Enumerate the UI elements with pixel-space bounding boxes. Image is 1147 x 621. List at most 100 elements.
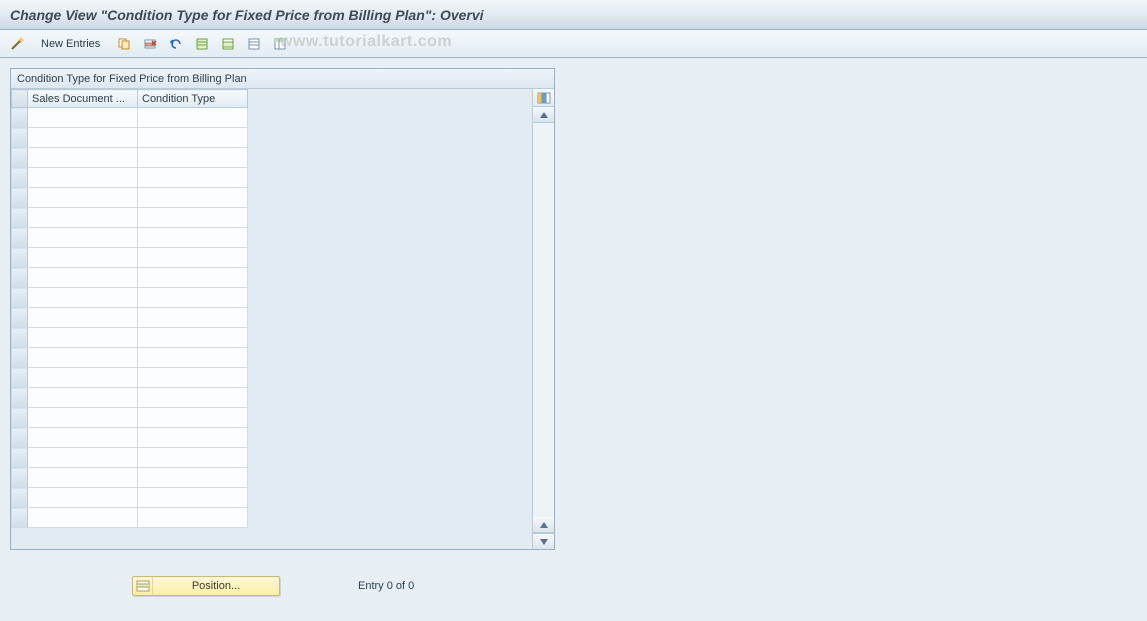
cell-sales-doc[interactable] [28, 308, 138, 328]
table-settings-button[interactable] [269, 34, 291, 54]
row-selector[interactable] [12, 128, 28, 148]
row-selector[interactable] [12, 248, 28, 268]
row-selector[interactable] [12, 308, 28, 328]
cell-condition-type[interactable] [138, 188, 248, 208]
cell-condition-type[interactable] [138, 448, 248, 468]
cell-condition-type[interactable] [138, 468, 248, 488]
cell-sales-doc[interactable] [28, 228, 138, 248]
cell-condition-type[interactable] [138, 348, 248, 368]
cell-sales-doc[interactable] [28, 388, 138, 408]
row-selector[interactable] [12, 468, 28, 488]
table-row[interactable] [12, 348, 532, 368]
table-row[interactable] [12, 148, 532, 168]
row-selector[interactable] [12, 428, 28, 448]
cell-sales-doc[interactable] [28, 328, 138, 348]
cell-condition-type[interactable] [138, 168, 248, 188]
row-selector[interactable] [12, 348, 28, 368]
row-selector[interactable] [12, 208, 28, 228]
table-row[interactable] [12, 188, 532, 208]
row-selector[interactable] [12, 268, 28, 288]
scroll-track[interactable] [533, 123, 554, 517]
cell-sales-doc[interactable] [28, 268, 138, 288]
table-row[interactable] [12, 248, 532, 268]
deselect-all-button[interactable] [243, 34, 265, 54]
table-row[interactable] [12, 428, 532, 448]
row-selector[interactable] [12, 448, 28, 468]
cell-sales-doc[interactable] [28, 408, 138, 428]
table-row[interactable] [12, 328, 532, 348]
cell-condition-type[interactable] [138, 328, 248, 348]
table-row[interactable] [12, 268, 532, 288]
table-row[interactable] [12, 108, 532, 128]
table-row[interactable] [12, 288, 532, 308]
position-button[interactable]: Position... [132, 576, 280, 596]
row-selector[interactable] [12, 188, 28, 208]
row-selector[interactable] [12, 228, 28, 248]
scroll-up-button-2[interactable] [533, 517, 554, 533]
cell-sales-doc[interactable] [28, 168, 138, 188]
undo-button[interactable] [165, 34, 187, 54]
row-selector[interactable] [12, 408, 28, 428]
table-row[interactable] [12, 168, 532, 188]
cell-condition-type[interactable] [138, 128, 248, 148]
row-selector-header[interactable] [12, 90, 28, 108]
row-selector[interactable] [12, 168, 28, 188]
cell-sales-doc[interactable] [28, 148, 138, 168]
row-selector[interactable] [12, 108, 28, 128]
table-row[interactable] [12, 368, 532, 388]
cell-sales-doc[interactable] [28, 428, 138, 448]
scroll-up-button[interactable] [533, 107, 554, 123]
cell-sales-doc[interactable] [28, 208, 138, 228]
row-selector[interactable] [12, 508, 28, 528]
select-all-button[interactable] [191, 34, 213, 54]
col-header-condition-type[interactable]: Condition Type [138, 90, 248, 108]
data-grid[interactable]: Sales Document ... Condition Type [11, 89, 532, 528]
table-row[interactable] [12, 388, 532, 408]
cell-condition-type[interactable] [138, 268, 248, 288]
table-row[interactable] [12, 228, 532, 248]
cell-condition-type[interactable] [138, 108, 248, 128]
col-header-sales-doc[interactable]: Sales Document ... [28, 90, 138, 108]
delete-button[interactable] [139, 34, 161, 54]
cell-condition-type[interactable] [138, 148, 248, 168]
row-selector[interactable] [12, 368, 28, 388]
cell-condition-type[interactable] [138, 508, 248, 528]
table-row[interactable] [12, 208, 532, 228]
table-row[interactable] [12, 128, 532, 148]
cell-condition-type[interactable] [138, 288, 248, 308]
cell-sales-doc[interactable] [28, 348, 138, 368]
cell-sales-doc[interactable] [28, 248, 138, 268]
cell-sales-doc[interactable] [28, 108, 138, 128]
cell-sales-doc[interactable] [28, 448, 138, 468]
row-selector[interactable] [12, 488, 28, 508]
row-selector[interactable] [12, 148, 28, 168]
cell-condition-type[interactable] [138, 368, 248, 388]
copy-as-button[interactable] [113, 34, 135, 54]
cell-sales-doc[interactable] [28, 468, 138, 488]
row-selector[interactable] [12, 328, 28, 348]
cell-sales-doc[interactable] [28, 188, 138, 208]
cell-condition-type[interactable] [138, 408, 248, 428]
cell-condition-type[interactable] [138, 488, 248, 508]
cell-sales-doc[interactable] [28, 288, 138, 308]
cell-condition-type[interactable] [138, 208, 248, 228]
scroll-down-button[interactable] [533, 533, 554, 549]
wand-button[interactable] [6, 34, 28, 54]
cell-condition-type[interactable] [138, 428, 248, 448]
cell-condition-type[interactable] [138, 308, 248, 328]
table-row[interactable] [12, 308, 532, 328]
table-row[interactable] [12, 468, 532, 488]
configure-columns-button[interactable] [533, 89, 554, 107]
table-row[interactable] [12, 448, 532, 468]
table-row[interactable] [12, 508, 532, 528]
cell-condition-type[interactable] [138, 388, 248, 408]
cell-sales-doc[interactable] [28, 128, 138, 148]
cell-sales-doc[interactable] [28, 368, 138, 388]
table-row[interactable] [12, 408, 532, 428]
cell-condition-type[interactable] [138, 248, 248, 268]
row-selector[interactable] [12, 388, 28, 408]
cell-sales-doc[interactable] [28, 508, 138, 528]
cell-sales-doc[interactable] [28, 488, 138, 508]
new-entries-button[interactable]: New Entries [32, 34, 109, 54]
table-row[interactable] [12, 488, 532, 508]
